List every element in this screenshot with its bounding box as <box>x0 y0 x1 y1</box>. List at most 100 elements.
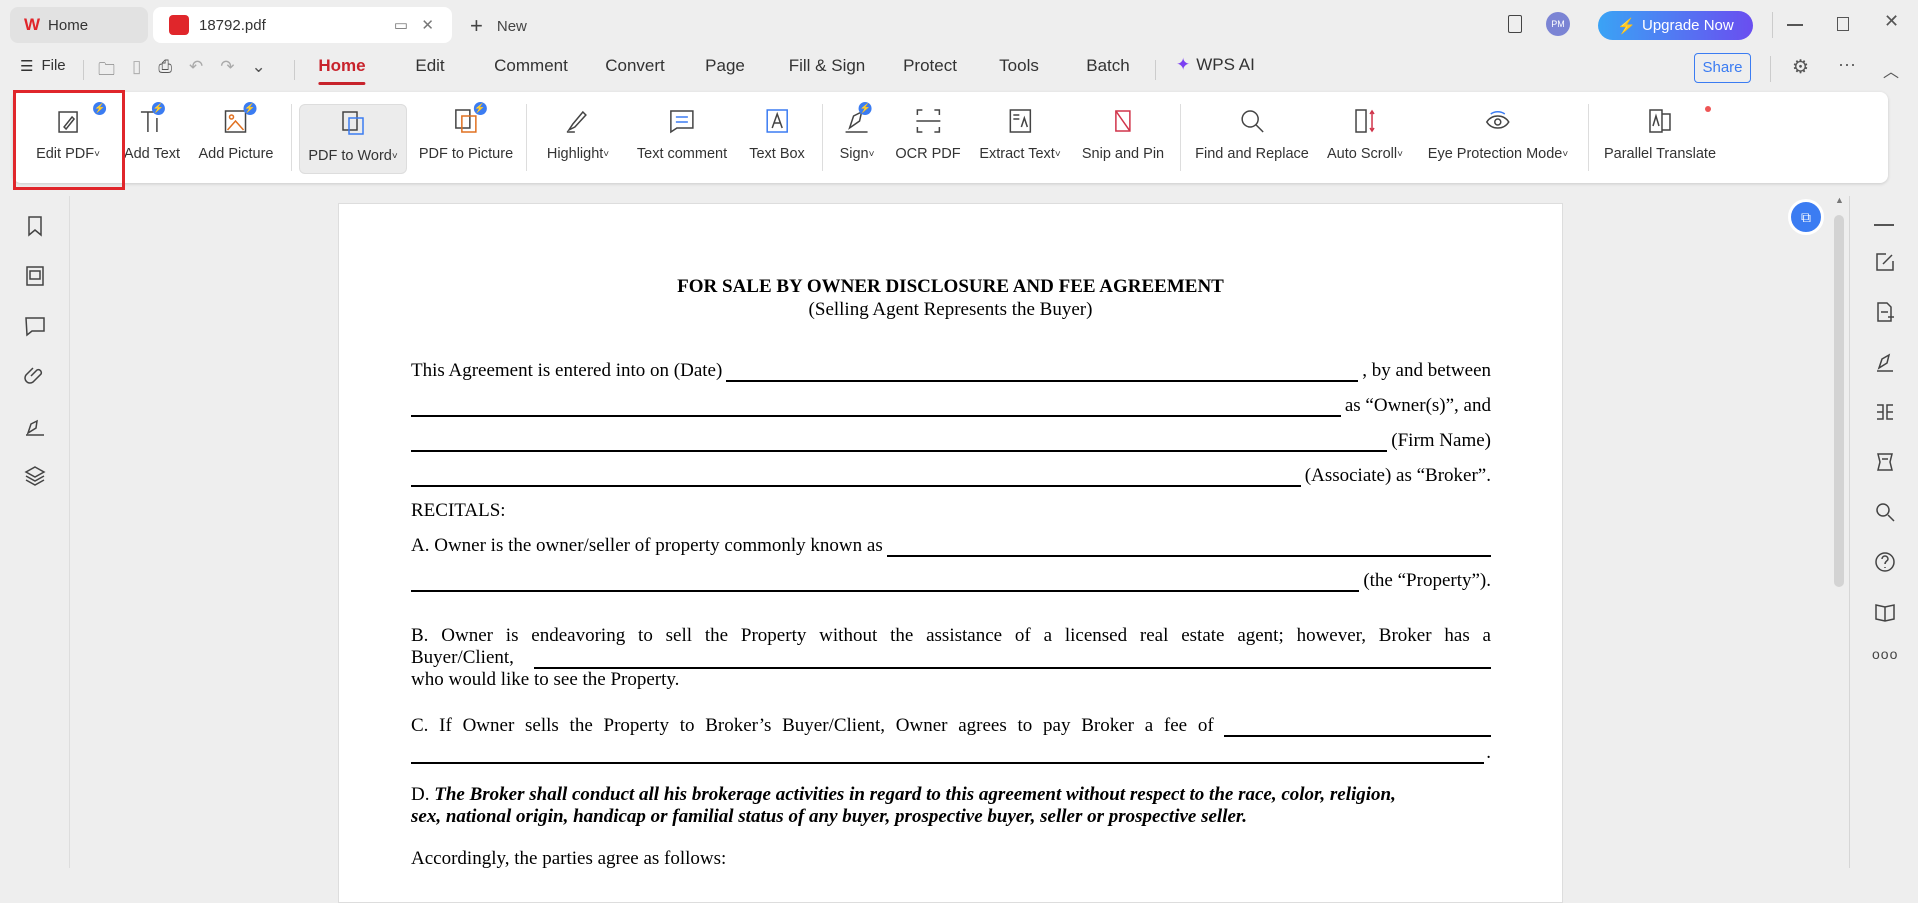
export-doc-icon[interactable] <box>1874 301 1896 323</box>
chevron-down-icon[interactable]: ˅ <box>869 149 875 160</box>
tab-fill-sign[interactable]: Fill & Sign <box>789 56 866 76</box>
snip-and-pin-button[interactable]: Snip and Pin <box>1082 92 1164 183</box>
chevron-down-icon[interactable]: ˅ <box>1397 149 1403 160</box>
doc-line: as “Owner(s)”, and <box>411 395 1491 417</box>
blank-fee-2 <box>411 746 1485 764</box>
tab-home-menu[interactable]: Home <box>318 56 366 85</box>
upgrade-label: Upgrade Now <box>1641 17 1734 34</box>
ai-reader-icon[interactable] <box>1874 601 1896 623</box>
undo-icon[interactable]: ↶ <box>189 57 203 86</box>
scroll-up-icon[interactable]: ▲ <box>1835 195 1844 205</box>
tab-protect[interactable]: Protect <box>903 56 957 76</box>
share-button[interactable]: Share <box>1694 53 1751 83</box>
thumbnail-icon[interactable] <box>23 264 47 288</box>
chevron-down-icon[interactable]: ⌄ <box>251 57 265 86</box>
open-folder-icon[interactable]: 🗀 <box>98 57 115 86</box>
tab-convert[interactable]: Convert <box>605 56 665 76</box>
text: (Firm Name) <box>1391 430 1491 451</box>
divider <box>1588 104 1589 171</box>
text: . <box>1486 742 1491 763</box>
ribbon-label-row: PDF to Word ˅ <box>308 148 397 164</box>
minimize-icon[interactable] <box>1787 24 1803 26</box>
help-icon[interactable] <box>1874 551 1896 573</box>
file-menu[interactable]: ☰ File <box>20 57 66 75</box>
add-picture-button[interactable]: Add Picture ⚡ <box>199 92 273 183</box>
doc-line: (the “Property”). <box>411 570 1491 592</box>
divider <box>294 60 295 80</box>
restore-icon[interactable] <box>1837 17 1849 31</box>
new-tab-button[interactable]: + New <box>470 13 527 39</box>
translate-icon <box>1649 109 1671 133</box>
chevron-down-icon[interactable]: ˅ <box>1055 149 1061 160</box>
document-title: FOR SALE BY OWNER DISCLOSURE AND FEE AGR… <box>677 276 1224 297</box>
doc-line: C. If Owner sells the Property to Broker… <box>411 715 1491 737</box>
eye-protection-label: Eye Protection Mode <box>1427 146 1563 162</box>
tab-comment[interactable]: Comment <box>494 56 568 76</box>
tab-edit[interactable]: Edit <box>415 56 444 76</box>
ribbon-label-row: Highlight ˅ <box>547 146 609 162</box>
snip-and-pin-label: Snip and Pin <box>1081 146 1165 162</box>
add-text-label: Add Text <box>123 146 181 162</box>
collapse-ribbon-icon[interactable]: ︿ <box>1883 58 1899 82</box>
collapse-icon[interactable] <box>1874 224 1894 226</box>
scroll-mode-icon[interactable] <box>1874 451 1896 473</box>
tab-wps-ai[interactable]: ✦ WPS AI <box>1176 55 1255 75</box>
add-text-button[interactable]: Add Text ⚡ <box>124 92 180 183</box>
sign-button[interactable]: Sign ˅ ⚡ <box>840 92 875 183</box>
chevron-down-icon[interactable]: ˅ <box>1562 149 1568 160</box>
extract-text-button[interactable]: Extract Text ˅ <box>979 92 1061 183</box>
find-and-replace-button[interactable]: Find and Replace <box>1195 92 1309 183</box>
parallel-translate-button[interactable]: Parallel Translate <box>1604 92 1716 183</box>
blank-property <box>886 539 1491 557</box>
text-box-button[interactable]: Text Box <box>749 92 805 183</box>
window-mode-icon[interactable] <box>1508 15 1522 33</box>
close-window-icon[interactable]: ✕ <box>1884 11 1899 32</box>
tab-tools[interactable]: Tools <box>999 56 1039 76</box>
upgrade-button[interactable]: ⚡ Upgrade Now <box>1598 11 1753 40</box>
eye-protection-button[interactable]: Eye Protection Mode ˅ <box>1428 92 1568 183</box>
notification-dot <box>1705 106 1711 112</box>
redo-icon[interactable]: ↷ <box>220 57 234 86</box>
settings-gear-icon[interactable]: ⚙ <box>1792 56 1809 79</box>
pdf-to-word-button[interactable]: PDF to Word ˅ <box>299 104 407 174</box>
ocr-pdf-button[interactable]: OCR PDF <box>895 92 961 183</box>
blank-firm <box>411 434 1388 452</box>
close-tab-icon[interactable]: ✕ <box>421 16 434 34</box>
text-box-icon <box>766 109 788 133</box>
bookmark-icon[interactable] <box>23 214 47 238</box>
convert-float-button[interactable]: ⧉ <box>1788 199 1824 235</box>
highlight-button[interactable]: Highlight ˅ <box>547 92 609 183</box>
more-icon[interactable]: ··· <box>1838 54 1856 75</box>
comment-icon[interactable] <box>23 314 47 338</box>
snip-icon <box>1115 110 1131 132</box>
save-icon[interactable]: ▯ <box>132 57 141 86</box>
tab-page[interactable]: Page <box>705 56 745 76</box>
compare-icon[interactable] <box>1874 401 1896 423</box>
search-icon[interactable] <box>1874 501 1896 523</box>
text: RECITALS: <box>411 500 506 521</box>
ribbon-label-row: PDF to Picture <box>419 146 513 162</box>
pdf-to-picture-button[interactable]: PDF to Picture ⚡ <box>419 92 513 183</box>
pen-sign-icon[interactable] <box>1874 351 1896 373</box>
chevron-down-icon[interactable]: ˅ <box>603 149 609 160</box>
text-comment-button[interactable]: Text comment <box>637 92 727 183</box>
highlighter-icon <box>566 110 588 133</box>
tab-batch[interactable]: Batch <box>1086 56 1129 76</box>
print-icon[interactable]: ⎙ <box>158 57 172 86</box>
edit-icon[interactable] <box>1874 251 1896 273</box>
layers-icon[interactable] <box>23 464 47 488</box>
find-and-replace-label: Find and Replace <box>1195 146 1309 162</box>
attachment-icon[interactable] <box>23 364 47 388</box>
signature-icon[interactable] <box>23 414 47 438</box>
auto-scroll-button[interactable]: Auto Scroll ˅ <box>1327 92 1403 183</box>
divider <box>526 104 527 171</box>
tab-home[interactable]: W Home <box>10 7 148 43</box>
blank-buyer <box>533 651 1491 669</box>
chevron-down-icon[interactable]: ˅ <box>392 151 398 162</box>
more-tools-icon[interactable]: ooo <box>1872 646 1898 662</box>
text: C. If Owner sells the Property to Broker… <box>411 715 1214 736</box>
monitor-icon[interactable]: ▭ <box>394 16 408 34</box>
scrollbar-thumb[interactable] <box>1834 215 1844 587</box>
tab-pdf[interactable]: 18792.pdf ▭ ✕ <box>153 7 452 43</box>
avatar[interactable]: PM <box>1546 12 1570 36</box>
